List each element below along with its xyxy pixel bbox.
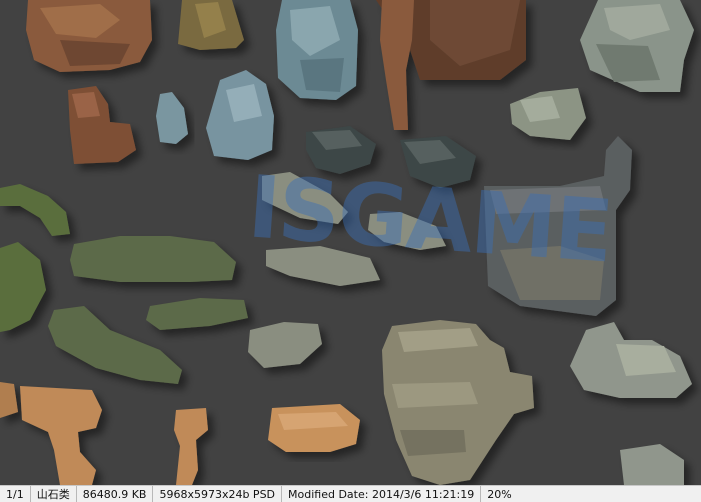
- rock-blue-crystal-large: [276, 0, 358, 100]
- rock-sandstone-pillar: [0, 382, 208, 485]
- zoom-level[interactable]: 20%: [481, 486, 517, 502]
- status-bar: 1/1 山石类 86480.9 KB 5968x5973x24b PSD Mod…: [0, 485, 701, 502]
- modified-date: Modified Date: 2014/3/6 11:21:19: [282, 486, 482, 502]
- file-size: 86480.9 KB: [77, 486, 154, 502]
- rock-sandstone-slab: [268, 404, 360, 452]
- document-canvas[interactable]: ISGAME: [0, 0, 701, 485]
- rock-grey-cluster-small: [510, 88, 586, 140]
- rock-blue-crystal-medium: [206, 70, 274, 160]
- rock-dark-flat-stones: [306, 126, 476, 188]
- rock-brown-stack: [68, 86, 136, 164]
- rock-brown-pillar-topleft: [178, 0, 244, 50]
- rock-layered-grey-large: [382, 320, 534, 485]
- document-name: 山石类: [31, 486, 77, 502]
- rock-blue-shard-small: [156, 92, 188, 144]
- rock-grey-stone-cluster-topright: [580, 0, 694, 92]
- rock-brown-tall-pillar: [376, 0, 526, 130]
- rock-assets-sheet: [0, 0, 694, 485]
- rock-brown-cliff-topleft: [26, 0, 152, 72]
- stone-wall-mossy-straight: [48, 236, 248, 384]
- page-indicator[interactable]: 1/1: [0, 486, 31, 502]
- image-dimensions: 5968x5973x24b PSD: [153, 486, 283, 502]
- rock-grey-wall-corner: [484, 136, 632, 316]
- rock-mossy-boulders: [570, 322, 692, 485]
